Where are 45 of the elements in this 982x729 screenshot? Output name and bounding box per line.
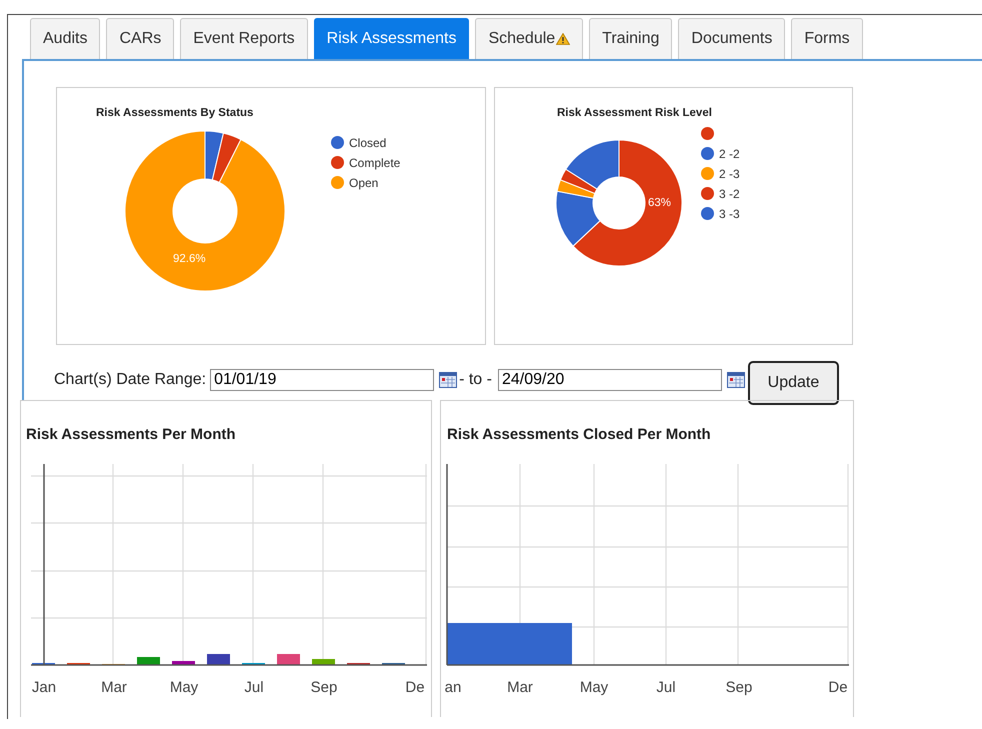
- legend-label: Complete: [349, 156, 400, 170]
- legend-label: 3 -3: [719, 206, 740, 220]
- tab[interactable]: Forms: [791, 18, 863, 59]
- bar: [207, 654, 230, 665]
- axis-label: an: [444, 679, 462, 696]
- legend-label: 2 -3: [719, 166, 740, 180]
- axis-label: Mar: [507, 679, 533, 696]
- bar: [172, 661, 195, 665]
- end-date-field[interactable]: 24/09/20: [498, 369, 722, 391]
- tab[interactable]: Risk Assessments: [314, 18, 470, 59]
- axis-label: Sep: [310, 679, 338, 696]
- tab[interactable]: Event Reports: [180, 18, 308, 59]
- slice-label: 63%: [648, 197, 672, 209]
- legend-label: 3 -2: [719, 186, 740, 200]
- update-button[interactable]: Update: [748, 361, 839, 405]
- tab[interactable]: Audits: [30, 18, 100, 59]
- chart-title: Risk Assessments By Status: [96, 107, 254, 119]
- bar: [312, 659, 335, 665]
- axis-label: Mar: [101, 679, 127, 696]
- chart-title: Risk Assessments Per Month: [26, 426, 237, 444]
- axis-label: Jul: [656, 679, 676, 696]
- start-date-field[interactable]: 01/01/19: [210, 369, 434, 391]
- axis-label: Jul: [244, 679, 264, 696]
- axis-label: May: [580, 679, 608, 696]
- axis-label: May: [170, 679, 198, 696]
- date-range-label: Chart(s) Date Range:: [54, 371, 206, 389]
- bar: [137, 657, 160, 665]
- calendar-icon[interactable]: [439, 372, 458, 388]
- axis-label: Sep: [726, 679, 752, 696]
- slice-label: 92.6%: [173, 253, 206, 265]
- axis-label: De: [828, 679, 848, 696]
- chart-title: Risk Assessments Closed Per Month: [447, 426, 712, 444]
- bar: [277, 654, 300, 665]
- chart-title: Risk Assessment Risk Level: [557, 107, 713, 119]
- legend-label: Closed: [349, 136, 386, 150]
- to-label: - to -: [459, 371, 492, 389]
- tab[interactable]: Training: [589, 18, 672, 59]
- legend-label: Open: [349, 176, 378, 190]
- axis-label: Jan: [32, 679, 56, 696]
- calendar-icon[interactable]: [726, 372, 745, 388]
- tab[interactable]: Documents: [678, 18, 786, 59]
- legend-label: 2 -2: [719, 146, 740, 160]
- tab[interactable]: CARs: [106, 18, 174, 59]
- tab[interactable]: Schedule: [475, 18, 584, 59]
- axis-label: De: [405, 679, 425, 696]
